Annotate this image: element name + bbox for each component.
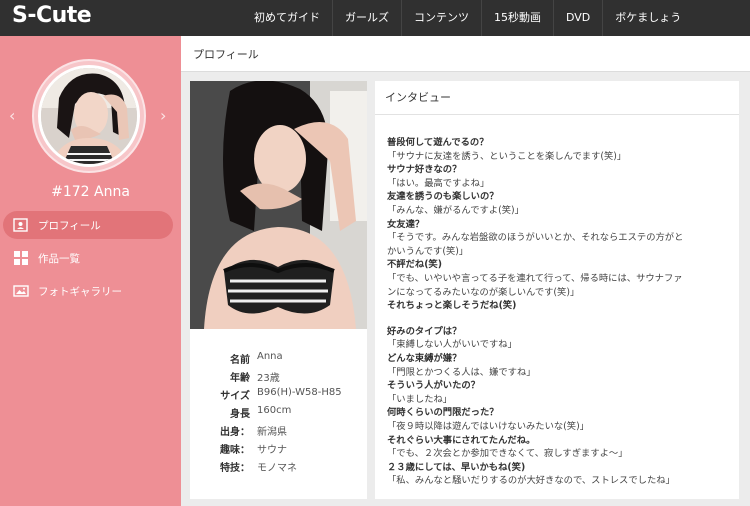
interview-question: 友達を誘うのも楽しいの？ <box>387 191 499 203</box>
nav-contents[interactable]: コンテンツ <box>402 0 481 36</box>
info-row-name: 名前 Anna <box>190 351 367 369</box>
info-value: モノマネ <box>257 463 297 474</box>
prev-arrow[interactable]: ‹ <box>9 106 15 125</box>
interview-answer: 「サウナに友達を誘う、ということを楽しんでます(笑)」 <box>387 150 627 162</box>
interview-answer: 「いましたね」 <box>387 393 453 405</box>
interview-answer: 「でも、２次会とか参加できなくて、寂しすぎますよ～」 <box>387 448 628 460</box>
sidebar-item-gallery[interactable]: フォトギャラリー <box>3 277 173 305</box>
interview-answer: かいうんです(笑)」 <box>387 245 469 257</box>
interview-question: それぐらい大事にされてたんだね。 <box>387 434 536 446</box>
sidebar-item-works[interactable]: 作品一覧 <box>3 244 173 272</box>
info-value: サウナ <box>257 445 287 456</box>
avatar-portrait <box>41 68 137 164</box>
sidebar-item-label: プロフィール <box>38 219 101 232</box>
nav-girls[interactable]: ガールズ <box>333 0 401 36</box>
interview-question: それちょっと楽しそうだね(笑) <box>387 300 517 312</box>
info-value: Anna <box>257 351 283 362</box>
profile-card: 名前 Anna 年齢 23歳 サイズ B96(H)-W58-H85 身長 160… <box>190 81 367 499</box>
page-title: プロフィール <box>193 48 259 61</box>
nav-dvd[interactable]: DVD <box>554 0 602 36</box>
interview-answer: 「門限とかつくる人は、嫌ですね」 <box>387 366 536 378</box>
info-label: 身長 <box>230 409 250 420</box>
interview-question: どんな束縛が嫌？ <box>387 353 462 364</box>
info-row-height: 身長 160cm <box>190 405 367 423</box>
interview-answer: 「みんな、嫌がるんですよ(笑)」 <box>387 205 524 216</box>
info-label: 趣味： <box>220 445 250 456</box>
interview-question: そういう人がいたの？ <box>387 380 480 392</box>
info-label: 出身： <box>220 427 250 438</box>
sidebar-item-label: フォトギャラリー <box>38 285 122 298</box>
info-label: サイズ <box>220 391 250 402</box>
info-value: 160cm <box>257 405 292 416</box>
profile-photo[interactable] <box>190 81 367 329</box>
grid-icon <box>13 250 29 266</box>
info-label: 特技： <box>220 463 250 474</box>
sidebar: ‹ › #172 Anna プロフィール 作品一覧 フォトギャラリー <box>0 36 181 506</box>
nav-boke[interactable]: ボケましょう <box>603 0 693 36</box>
sidebar-item-profile[interactable]: プロフィール <box>3 211 173 239</box>
info-row-size: サイズ B96(H)-W58-H85 <box>190 387 367 405</box>
info-row-skill: 特技： モノマネ <box>190 459 367 477</box>
profile-photo-image <box>190 81 367 329</box>
info-value: 新潟県 <box>257 427 287 438</box>
interview-answer: 「束縛しない人がいいですね」 <box>387 339 517 351</box>
interview-question: 好みのタイプは？ <box>387 325 462 337</box>
next-arrow[interactable]: › <box>160 106 166 125</box>
member-name: #172 Anna <box>51 184 130 200</box>
info-row-hometown: 出身： 新潟県 <box>190 423 367 441</box>
site-logo[interactable]: S-Cute <box>12 3 92 28</box>
interview-question: 不評だね(笑) <box>387 259 442 271</box>
info-row-age: 年齢 23歳 <box>190 369 367 387</box>
interview-answer: 「夜９時以降は遊んではいけないみたいな(笑)」 <box>387 421 590 432</box>
info-value: 23歳 <box>257 373 280 384</box>
interview-title: インタビュー <box>385 91 451 104</box>
profile-card-icon <box>13 217 29 233</box>
top-bar: S-Cute 初めてガイド ガールズ コンテンツ 15秒動画 DVD ボケましょ… <box>0 0 750 36</box>
interview-answer: 「私、みんなと騒いだりするのが大好きなので、ストレスでしたね」 <box>387 475 675 487</box>
interview-answer: 「でも、いやいや言ってる子を連れて行って、帰る時には、サウナファ <box>387 273 683 284</box>
info-label: 名前 <box>230 355 250 366</box>
nav-15sec-video[interactable]: 15秒動画 <box>482 0 553 36</box>
divider <box>375 114 739 115</box>
main-nav: 初めてガイド ガールズ コンテンツ 15秒動画 DVD ボケましょう <box>242 0 693 36</box>
sidebar-item-label: 作品一覧 <box>38 252 80 265</box>
interview-card: インタビュー 普段何して遊んでるの？ 「サウナに友達を誘う、ということを楽しんでま… <box>375 81 739 499</box>
interview-answer: ンになってるみたいなのが楽しいんです(笑)」 <box>387 286 580 298</box>
interview-question: 普段何して遊んでるの？ <box>387 137 489 148</box>
avatar <box>38 65 140 167</box>
interview-question: 何時くらいの門限だった？ <box>387 407 499 419</box>
info-value: B96(H)-W58-H85 <box>257 387 342 398</box>
interview-question: ２３歳にしては、早いかもね(笑) <box>387 461 526 473</box>
info-label: 年齢 <box>230 373 250 384</box>
interview-answer: 「そうです。みんな岩盤欲のほうがいいとか、それならエステの方がと <box>387 232 684 244</box>
interview-question: 女友達？ <box>387 218 425 230</box>
photo-icon <box>13 283 29 299</box>
interview-answer: 「はい。最高ですよね」 <box>387 177 490 189</box>
interview-question: サウナ好きなの？ <box>387 164 462 176</box>
nav-guide[interactable]: 初めてガイド <box>242 0 332 36</box>
page-header: プロフィール <box>181 36 750 72</box>
info-row-hobby: 趣味： サウナ <box>190 441 367 459</box>
